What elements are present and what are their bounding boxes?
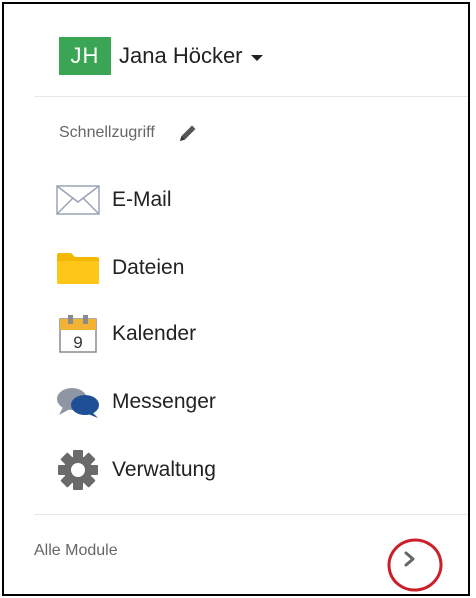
all-modules-link[interactable]: Alle Module bbox=[4, 515, 468, 594]
user-name: Jana Höcker bbox=[119, 43, 243, 68]
gear-icon bbox=[54, 450, 102, 490]
sidebar-panel: JH Jana Höcker Schnellzugriff E-Mail Dat… bbox=[2, 2, 470, 596]
divider bbox=[34, 96, 468, 97]
folder-icon bbox=[54, 248, 102, 288]
avatar: JH bbox=[59, 37, 111, 75]
menu-item-messenger[interactable]: Messenger bbox=[54, 378, 216, 426]
caret-down-icon[interactable] bbox=[250, 55, 263, 61]
menu-item-email[interactable]: E-Mail bbox=[54, 176, 172, 224]
menu-item-calendar[interactable]: 9 Kalender bbox=[54, 310, 196, 358]
menu-item-label: E-Mail bbox=[112, 188, 172, 211]
quick-access-header: Schnellzugriff bbox=[59, 122, 199, 144]
menu-item-files[interactable]: Dateien bbox=[54, 244, 184, 292]
mail-icon bbox=[54, 180, 102, 220]
svg-text:9: 9 bbox=[73, 333, 82, 352]
menu-item-label: Dateien bbox=[112, 256, 185, 279]
menu-item-label: Verwaltung bbox=[112, 458, 216, 481]
calendar-icon: 9 bbox=[54, 314, 102, 354]
menu-item-admin[interactable]: Verwaltung bbox=[54, 446, 216, 494]
menu-item-label: Kalender bbox=[112, 322, 197, 345]
menu-item-label: Messenger bbox=[112, 390, 216, 413]
all-modules-label: Alle Module bbox=[34, 542, 118, 559]
chat-bubbles-icon bbox=[54, 382, 102, 422]
highlight-circle bbox=[384, 535, 448, 594]
pencil-icon[interactable] bbox=[177, 122, 199, 144]
quick-access-label: Schnellzugriff bbox=[59, 124, 155, 141]
user-menu[interactable]: JH Jana Höcker bbox=[59, 37, 263, 75]
